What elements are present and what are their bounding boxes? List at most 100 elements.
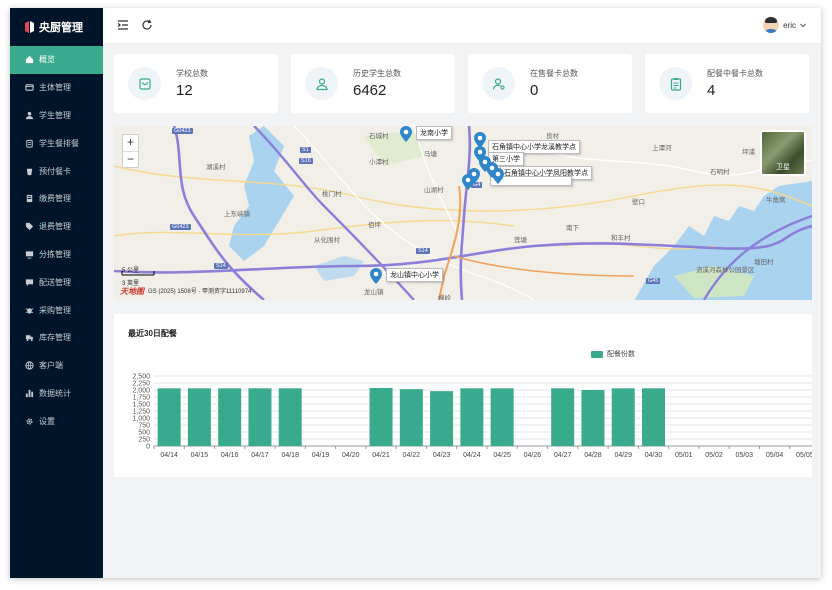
chart-bar — [611, 388, 635, 446]
monitor-icon — [24, 249, 34, 259]
sidebar-item-label: 学生管理 — [39, 110, 71, 120]
bug-icon — [24, 305, 34, 315]
x-tick-label: 04/27 — [554, 452, 572, 459]
map-place-label: 坪浦 — [742, 149, 755, 156]
chart-bar — [551, 388, 575, 446]
sidebar-item-label: 主体管理 — [39, 83, 71, 93]
sidebar-item[interactable]: 采购管理 — [10, 296, 103, 324]
map-place-label: 石城村 — [369, 133, 389, 140]
x-tick-label: 04/21 — [372, 452, 390, 459]
refresh-icon[interactable] — [141, 19, 153, 31]
map-pin-icon[interactable] — [462, 174, 474, 190]
stat-value: 12 — [176, 82, 193, 99]
road-label: S14 — [214, 263, 228, 269]
chart-bar — [218, 388, 242, 446]
map-place-label: 牛角窝 — [766, 197, 786, 204]
y-tick-label: 500 — [138, 430, 150, 437]
shopping-bag-icon — [128, 67, 161, 100]
truck-icon — [24, 333, 34, 343]
menu-fold-icon[interactable] — [117, 19, 129, 31]
gear-icon — [24, 416, 34, 426]
map-place-label: 石明村 — [710, 169, 730, 176]
user-outline-icon — [305, 67, 338, 100]
sidebar-item[interactable]: 客户端 — [10, 352, 103, 380]
sidebar-item[interactable]: 设置 — [10, 407, 103, 435]
sidebar-menu: 概览主体管理学生管理学生餐排餐预付餐卡缴费管理退费管理分拣管理配送管理采购管理库… — [10, 46, 103, 435]
chart-card: 最近30日配餐 配餐份数 0 250 500 750 1,000 1,250 1,500 1,… — [114, 314, 812, 477]
chart-bar — [399, 389, 423, 446]
map-pin-icon[interactable] — [370, 268, 382, 284]
stat-card-students: 历史学生总数 6462 — [291, 54, 455, 113]
y-tick-label: 2,500 — [132, 374, 150, 381]
map-place-label: 龙山镇 — [364, 289, 384, 296]
map-place-label: 上潭河 — [652, 145, 672, 152]
sidebar-item[interactable]: 配送管理 — [10, 268, 103, 296]
sidebar-item[interactable]: 分拣管理 — [10, 241, 103, 269]
stat-label: 学校总数 — [176, 69, 208, 78]
sidebar-item-label: 缴费管理 — [39, 194, 71, 204]
sidebar-item-label: 客户端 — [39, 361, 63, 371]
map-place-label: 上东峡镇 — [224, 211, 250, 218]
sidebar-item[interactable]: 学生餐排餐 — [10, 129, 103, 157]
x-tick-label: 04/23 — [433, 452, 451, 459]
sidebar-item-label: 配送管理 — [39, 277, 71, 287]
chart-bar — [430, 391, 454, 446]
legend-label: 配餐份数 — [607, 351, 635, 358]
chart-legend[interactable]: 配餐份数 — [591, 349, 635, 359]
satellite-label: 卫星 — [776, 164, 790, 171]
chart-bar — [369, 388, 393, 446]
app-logo[interactable]: 央厨管理 — [10, 8, 103, 46]
chart-bar — [187, 388, 211, 446]
home-icon — [24, 55, 34, 65]
sidebar-item[interactable]: 库存管理 — [10, 324, 103, 352]
x-tick-label: 04/24 — [463, 452, 481, 459]
sidebar-item[interactable]: 概览 — [10, 46, 103, 74]
y-tick-label: 2,250 — [132, 381, 150, 388]
chart-bar — [460, 388, 484, 446]
y-tick-label: 250 — [138, 437, 150, 444]
chart-bar — [642, 388, 665, 446]
map-place-label: 佰坪 — [368, 222, 381, 229]
checklist-icon — [659, 67, 692, 100]
logo-icon — [25, 21, 34, 33]
map[interactable]: G0423 S1 S16 G0423 S14 S14 G4 G45 石城村 小潭… — [114, 126, 812, 300]
y-tick-label: 750 — [138, 423, 150, 430]
stat-label: 配餐中餐卡总数 — [707, 69, 763, 78]
satellite-toggle[interactable]: 卫星 — [760, 130, 806, 176]
map-pin-icon[interactable] — [400, 126, 412, 142]
sidebar-item-label: 退费管理 — [39, 222, 71, 232]
map-place-label: 小潭村 — [369, 159, 389, 166]
map-brand-logo: 天地图 — [120, 287, 144, 296]
stat-card-schools: 学校总数 12 — [114, 54, 278, 113]
x-tick-label: 04/16 — [221, 452, 239, 459]
sidebar-item-label: 预付餐卡 — [39, 166, 71, 176]
stat-label: 历史学生总数 — [353, 69, 401, 78]
map-place-label: 和丰村 — [611, 235, 631, 242]
sidebar-item[interactable]: 缴费管理 — [10, 185, 103, 213]
sidebar-item[interactable]: 学生管理 — [10, 102, 103, 130]
map-place-label: 山湖村 — [424, 187, 444, 194]
sidebar-item[interactable]: 数据统计 — [10, 380, 103, 408]
sidebar-item-label: 设置 — [39, 416, 55, 426]
road-label: S14 — [416, 248, 430, 254]
user-menu[interactable]: eric — [763, 17, 807, 33]
user-icon — [24, 110, 34, 120]
sidebar-item[interactable]: 主体管理 — [10, 74, 103, 102]
y-tick-label: 1,250 — [132, 409, 150, 416]
sidebar-item[interactable]: 预付餐卡 — [10, 157, 103, 185]
x-tick-label: 04/15 — [191, 452, 209, 459]
chart-bar — [157, 388, 181, 446]
map-pin-icon[interactable] — [492, 168, 504, 184]
y-tick-label: 1,000 — [132, 416, 150, 423]
x-tick-label: 04/14 — [160, 452, 178, 459]
topbar: eric — [103, 8, 821, 44]
y-tick-label: 1,750 — [132, 395, 150, 402]
zoom-out-button[interactable]: − — [123, 151, 138, 167]
sidebar-item-label: 分拣管理 — [39, 249, 71, 259]
chart-bar — [581, 390, 605, 446]
zoom-in-button[interactable]: + — [123, 135, 138, 151]
map-scale: 5 公里 3 英里 — [122, 265, 139, 287]
map-place-label: 壁口 — [632, 199, 645, 206]
clipboard-icon — [24, 138, 34, 148]
sidebar-item[interactable]: 退费管理 — [10, 213, 103, 241]
